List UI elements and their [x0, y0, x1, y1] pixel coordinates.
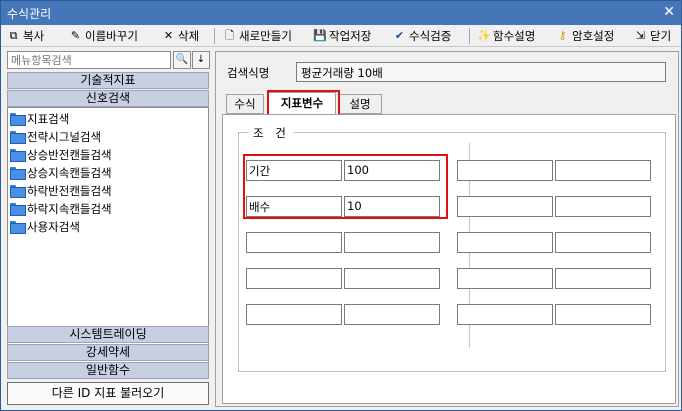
open-folder-icon	[10, 221, 26, 234]
category-signal-search[interactable]: 신호검색	[7, 90, 209, 107]
close-icon[interactable]: ✕	[663, 4, 675, 20]
folder-icon	[10, 167, 26, 180]
magic-wand-icon: ✨	[477, 29, 491, 42]
tree-item[interactable]: 상승반전캔들검색	[10, 146, 112, 163]
load-other-id-button[interactable]: 다른 ID 지표 불러오기	[7, 382, 209, 405]
toolbar-separator	[469, 28, 470, 44]
toolbar-separator	[214, 28, 215, 44]
rename-icon: ✎	[70, 29, 81, 42]
param-name-field[interactable]	[457, 268, 553, 289]
folder-icon	[10, 185, 26, 198]
tree-item-label: 지표검색	[27, 111, 70, 126]
rename-label: 이름바꾸기	[85, 29, 138, 43]
tab-formula[interactable]: 수식	[226, 94, 264, 114]
category-bull-bear[interactable]: 강세약세	[7, 344, 209, 361]
formula-manager-window: 수식관리 ✕ ⧉ 복사 ✎ 이름바꾸기 ✕ 삭제 🗋 새로만들기 💾 작업저장 ✔ 수식검증…	[0, 0, 682, 411]
folder-icon	[10, 203, 26, 216]
password-label: 암호설정	[572, 29, 615, 43]
tree-item-label: 상승지속캔들검색	[27, 165, 112, 180]
main-panel: 검색식명 평균거래량 10배 수식 지표변수 설명 조 건 기간 100 배수 …	[215, 51, 679, 407]
verify-label: 수식검증	[409, 29, 452, 43]
password-button[interactable]: ⚷ 암호설정	[556, 27, 614, 45]
window-title: 수식관리	[7, 7, 52, 21]
param-name-field[interactable]	[457, 304, 553, 325]
arrow-down-icon[interactable]: ↓	[192, 51, 210, 69]
tree-item[interactable]: 사용자검색	[10, 218, 80, 235]
func-help-label: 함수설명	[493, 29, 536, 43]
copy-icon: ⧉	[9, 29, 18, 42]
copy-label: 복사	[23, 29, 45, 43]
tree-item[interactable]: 하락반전캔들검색	[10, 182, 112, 199]
delete-button[interactable]: ✕ 삭제	[162, 27, 199, 45]
tree-item-label: 하락반전캔들검색	[27, 183, 112, 198]
save-button[interactable]: 💾 작업저장	[313, 27, 371, 45]
delete-icon: ✕	[163, 29, 174, 42]
param-value-field[interactable]	[344, 232, 440, 253]
search-input[interactable]	[7, 51, 171, 69]
category-general-functions[interactable]: 일반함수	[7, 362, 209, 379]
formula-name-field[interactable]: 평균거래량 10배	[296, 62, 666, 82]
folder-icon	[10, 113, 26, 126]
tree-item-label: 사용자검색	[27, 219, 80, 234]
search-icon[interactable]: 🔍	[173, 51, 191, 69]
checkmark-icon: ✔	[394, 29, 405, 42]
variables-panel: 조 건 기간 100 배수 10	[222, 114, 676, 404]
new-label: 새로만들기	[239, 29, 292, 43]
tree-item-label: 전략시그널검색	[27, 129, 102, 144]
formula-name-label: 검색식명	[227, 66, 270, 80]
save-label: 작업저장	[329, 29, 372, 43]
sidebar: 🔍 ↓ 기술적지표 신호검색 지표검색 전략시그널검색 상승반전캔들검색 상승지…	[5, 49, 211, 409]
func-help-button[interactable]: ✨ 함수설명	[477, 27, 535, 45]
param-name-field[interactable]	[246, 304, 342, 325]
tree-item-label: 상승반전캔들검색	[27, 147, 112, 162]
param-value-field[interactable]	[555, 304, 651, 325]
condition-group: 조 건 기간 100 배수 10	[238, 125, 666, 372]
folder-icon	[10, 131, 26, 144]
delete-label: 삭제	[178, 29, 200, 43]
new-document-icon: 🗋	[225, 29, 234, 42]
exit-icon: ⇲	[635, 29, 646, 42]
param-name-field[interactable]	[246, 268, 342, 289]
save-icon: 💾	[313, 29, 327, 42]
new-button[interactable]: 🗋 새로만들기	[223, 27, 292, 45]
category-system-trading[interactable]: 시스템트레이딩	[7, 326, 209, 343]
param-value-field[interactable]	[344, 268, 440, 289]
close-button[interactable]: ⇲ 닫기	[634, 27, 671, 45]
close-label: 닫기	[650, 29, 672, 43]
param-name-field[interactable]	[457, 160, 553, 181]
toolbar: ⧉ 복사 ✎ 이름바꾸기 ✕ 삭제 🗋 새로만들기 💾 작업저장 ✔ 수식검증 ✨ 함수설명 …	[1, 25, 681, 47]
param-value-field[interactable]	[555, 160, 651, 181]
condition-group-label: 조 건	[249, 125, 294, 141]
key-icon: ⚷	[558, 29, 567, 42]
rename-button[interactable]: ✎ 이름바꾸기	[69, 27, 138, 45]
param-value-field[interactable]	[555, 232, 651, 253]
tree-item[interactable]: 전략시그널검색	[10, 128, 101, 145]
param-name-field[interactable]	[246, 232, 342, 253]
title-bar: 수식관리 ✕	[1, 1, 681, 25]
verify-button[interactable]: ✔ 수식검증	[393, 27, 451, 45]
tree-item-label: 하락지속캔들검색	[27, 201, 112, 216]
param-value-field[interactable]	[555, 268, 651, 289]
param-value-field[interactable]	[555, 196, 651, 217]
param-name-field[interactable]	[457, 196, 553, 217]
copy-button[interactable]: ⧉ 복사	[7, 27, 45, 45]
tree-item[interactable]: 지표검색	[10, 110, 69, 127]
params-highlight-box	[243, 154, 448, 219]
param-value-field[interactable]	[344, 304, 440, 325]
category-technical[interactable]: 기술적지표	[7, 72, 209, 89]
param-name-field[interactable]	[457, 232, 553, 253]
folder-icon	[10, 149, 26, 162]
tree-item[interactable]: 상승지속캔들검색	[10, 164, 112, 181]
tree-item[interactable]: 하락지속캔들검색	[10, 200, 112, 217]
tab-description[interactable]: 설명	[338, 94, 382, 114]
